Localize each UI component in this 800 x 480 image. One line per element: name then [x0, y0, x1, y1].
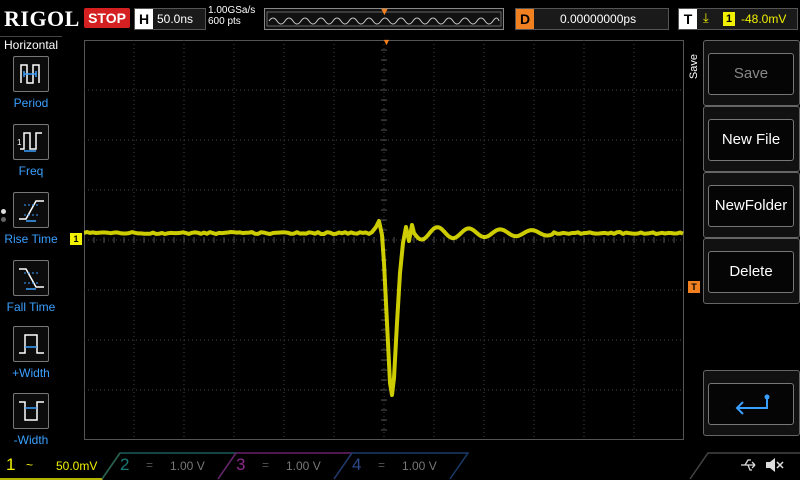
delete-panel: Delete — [703, 238, 800, 304]
new-folder-button[interactable]: NewFolder — [708, 185, 794, 227]
coupling-dc-icon: = — [262, 453, 269, 477]
coupling-dc-icon: = — [146, 453, 153, 477]
memory-depth: 600 pts — [208, 16, 255, 27]
acquisition-info: 1.00GSa/s 600 pts — [208, 5, 255, 27]
svg-text:1: 1 — [17, 138, 22, 147]
measure-period[interactable]: Period — [0, 56, 62, 123]
return-arrow-icon — [709, 384, 793, 424]
channel-number: 4 — [352, 453, 361, 477]
graticule — [84, 40, 684, 440]
waveform-display[interactable] — [84, 40, 684, 440]
save-panel: Save — [703, 40, 800, 106]
positive-width-icon — [13, 326, 49, 362]
negative-width-icon — [13, 393, 49, 429]
period-icon — [13, 56, 49, 92]
horizontal-tag: H — [135, 9, 153, 29]
measure-positive-width[interactable]: +Width — [0, 326, 62, 393]
channel-number: 1 — [6, 453, 15, 477]
divider — [0, 36, 62, 37]
trigger-tag: T — [679, 9, 697, 29]
save-button[interactable]: Save — [708, 53, 794, 95]
measure-rise-time[interactable]: Rise Time — [0, 192, 62, 259]
left-menu-title: Horizontal — [0, 38, 62, 52]
falling-edge-icon: ⤓ — [703, 10, 709, 26]
trigger-level-marker[interactable]: T — [688, 281, 700, 293]
delete-button[interactable]: Delete — [708, 251, 794, 293]
new-file-button[interactable]: New File — [708, 119, 794, 161]
trigger-source: 1 — [723, 12, 735, 26]
run-stop-status[interactable]: STOP — [84, 8, 130, 28]
trigger-position-marker: ▼ — [379, 6, 390, 18]
positive-width-label: +Width — [0, 366, 62, 380]
delay-tag: D — [516, 9, 534, 29]
usb-icon — [740, 458, 758, 472]
trigger-level: -48.0mV — [741, 9, 786, 29]
coupling-dc-icon: = — [378, 453, 385, 477]
fall-time-icon — [13, 260, 49, 296]
measure-fall-time[interactable]: Fall Time — [0, 260, 62, 327]
rise-time-label: Rise Time — [0, 232, 62, 246]
channel-number: 2 — [120, 453, 129, 477]
sample-rate: 1.00GSa/s — [208, 5, 255, 16]
negative-width-label: -Width — [0, 433, 62, 447]
channel-1-status[interactable]: 1 ~ 50.0mV — [6, 454, 102, 478]
measure-negative-width[interactable]: -Width — [0, 393, 62, 460]
channel-2-status[interactable]: 2 = 1.00 V — [120, 454, 216, 478]
measure-frequency[interactable]: 1 Freq — [0, 124, 62, 191]
ch1-offset-marker[interactable]: 1 — [70, 233, 82, 245]
frequency-label: Freq — [0, 164, 62, 178]
channel-scale: 1.00 V — [170, 454, 205, 478]
return-button[interactable] — [708, 383, 794, 425]
top-status-bar: RIGOL STOP H 50.0ns 1.00GSa/s 600 pts ▼ … — [0, 0, 800, 36]
channel-scale: 1.00 V — [286, 454, 321, 478]
channel-number: 3 — [236, 453, 245, 477]
new-file-panel: New File — [703, 106, 800, 172]
return-panel — [703, 370, 800, 436]
trigger-position-pointer: ▼ — [382, 37, 391, 47]
period-label: Period — [0, 96, 62, 110]
channel-scale: 50.0mV — [56, 454, 97, 478]
channel-scale: 1.00 V — [402, 454, 437, 478]
right-menu-title: Save — [688, 54, 702, 79]
rigol-logo: RIGOL — [4, 6, 80, 32]
memory-overview-strip: ▼ — [264, 8, 504, 30]
frequency-icon: 1 — [13, 124, 49, 160]
rise-time-icon — [13, 192, 49, 228]
channel-3-status[interactable]: 3 = 1.00 V — [236, 454, 332, 478]
timebase-value: 50.0ns — [157, 9, 193, 29]
delay-value: 0.00000000ps — [560, 9, 636, 29]
delay-box[interactable]: D 0.00000000ps — [515, 8, 669, 30]
trigger-box[interactable]: T ⤓ 1 -48.0mV — [678, 8, 798, 30]
fall-time-label: Fall Time — [0, 300, 62, 314]
speaker-muted-icon[interactable] — [764, 457, 784, 473]
new-folder-panel: NewFolder — [703, 172, 800, 238]
timebase-box[interactable]: H 50.0ns — [134, 8, 206, 30]
coupling-ac-icon: ~ — [26, 453, 33, 477]
channel-4-status[interactable]: 4 = 1.00 V — [352, 454, 448, 478]
